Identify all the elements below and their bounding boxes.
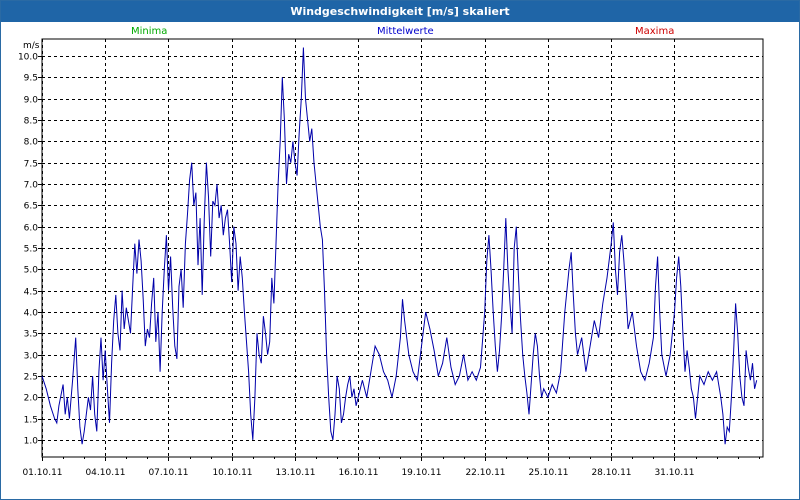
x-tick-label: 28.10.11: [591, 468, 631, 478]
y-tick-label: 7.5: [24, 160, 38, 170]
y-tick-label: 10.0: [18, 53, 38, 63]
x-tick-label: 22.10.11: [465, 468, 505, 478]
series-line-mittelwerte: [41, 47, 758, 445]
y-tick-label: 1.0: [24, 437, 39, 447]
y-axis-unit: m/s: [23, 41, 40, 51]
x-tick-label: 19.10.11: [401, 468, 441, 478]
y-tick-label: 2.0: [24, 394, 39, 404]
y-tick-label: 4.5: [24, 288, 38, 298]
x-tick-label: 25.10.11: [528, 468, 568, 478]
y-tick-label: 5.5: [24, 245, 38, 255]
y-tick-label: 7.0: [24, 181, 39, 191]
y-tick-label: 9.0: [24, 96, 39, 106]
y-tick-label: 6.5: [24, 202, 38, 212]
chart-title: Windgeschwindigkeit [m/s] skaliert: [1, 1, 799, 22]
x-tick-label: 13.10.11: [275, 468, 315, 478]
y-tick-label: 3.5: [24, 330, 38, 340]
chart-window: Windgeschwindigkeit [m/s] skaliert Minim…: [0, 0, 800, 500]
y-tick-label: 6.0: [24, 224, 39, 234]
y-tick-label: 3.0: [24, 352, 39, 362]
y-tick-label: 2.5: [24, 373, 38, 383]
x-tick-label: 16.10.11: [338, 468, 378, 478]
x-tick-label: 31.10.11: [654, 468, 694, 478]
x-tick-label: 01.10.11: [22, 468, 62, 478]
y-tick-label: 4.0: [24, 309, 39, 319]
x-tick-label: 07.10.11: [148, 468, 188, 478]
y-tick-label: 5.0: [24, 266, 39, 276]
y-tick-label: 8.5: [24, 117, 38, 127]
x-tick-label: 04.10.11: [85, 468, 125, 478]
y-tick-label: 8.0: [24, 138, 39, 148]
x-tick-label: 10.10.11: [212, 468, 252, 478]
y-tick-label: 1.5: [24, 416, 38, 426]
y-tick-label: 9.5: [24, 74, 38, 84]
line-chart: m/s 1.0 1.5 2.0 2.5 3.0 3.5 4.0 4.5 5.0 5.5 6.0 6.5…: [18, 38, 764, 478]
